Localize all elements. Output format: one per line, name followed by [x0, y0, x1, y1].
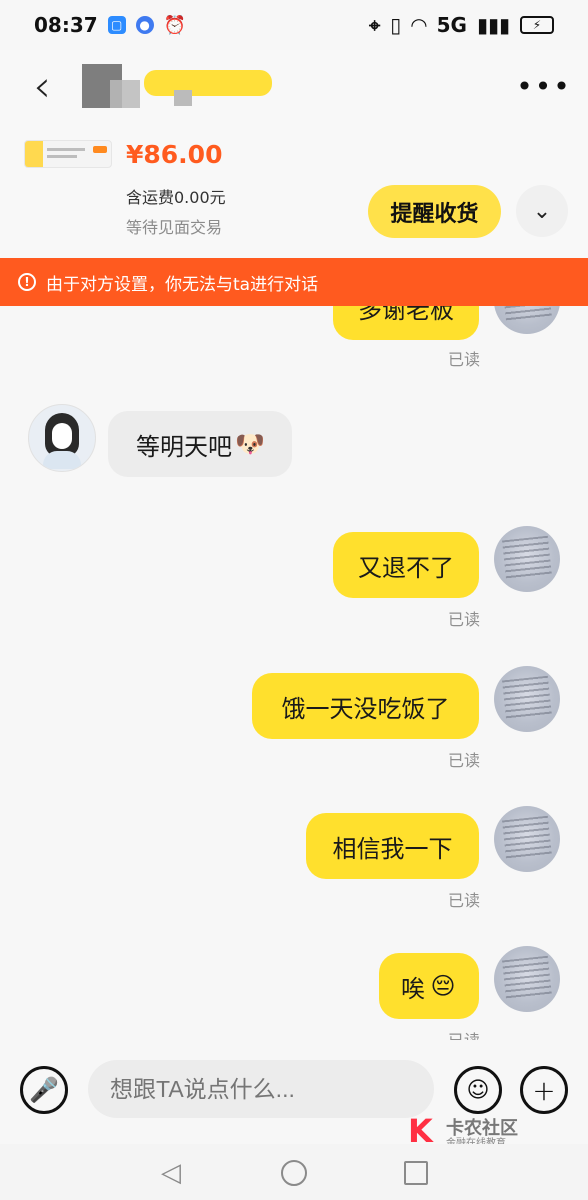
read-status: 已读	[447, 751, 480, 770]
message-text: 多谢老板	[358, 306, 454, 324]
globe-icon: ●	[135, 16, 154, 34]
microphone-icon: 🎤	[29, 1076, 59, 1104]
nav-recent-button[interactable]	[399, 1156, 433, 1190]
system-navigation-bar: ◁	[0, 1144, 588, 1200]
name-blur-block	[174, 90, 192, 106]
message-bubble-self[interactable]: 又退不了	[333, 532, 479, 598]
thumbnail-line	[47, 155, 77, 158]
read-status: 已读	[447, 610, 480, 629]
message-bubble-self[interactable]: 唉 😔	[379, 953, 479, 1019]
nav-back-button[interactable]: ◁	[154, 1156, 188, 1190]
order-price: ¥86.00	[126, 140, 223, 169]
status-time: 08:37	[34, 13, 98, 37]
watermark-logo-icon: K	[408, 1112, 433, 1150]
message-text: 饿一天没吃饭了	[281, 694, 450, 723]
chat-area[interactable]: 多谢老板 已读 等明天吧 🐶 又退不了 已读 饿一天没吃饭了 已读 相信我一下 …	[0, 306, 588, 1040]
warning-icon: !	[18, 273, 36, 291]
message-bubble-other[interactable]: 等明天吧 🐶	[108, 411, 292, 477]
message-text: 相信我一下	[332, 834, 453, 863]
self-avatar[interactable]	[494, 666, 560, 732]
location-icon: ⌖	[368, 13, 381, 37]
network-label: 5G	[436, 13, 467, 37]
self-avatar[interactable]	[494, 946, 560, 1012]
status-left: 08:37 ▢ ● ⏰	[34, 13, 186, 37]
thumbnail-accent	[25, 141, 43, 167]
message-text: 等明天吧	[136, 432, 232, 461]
self-avatar[interactable]	[494, 526, 560, 592]
notice-bar: ! 由于对方设置，你无法与ta进行对话	[0, 258, 588, 306]
notice-text: 由于对方设置，你无法与ta进行对话	[46, 274, 319, 295]
chat-header: ‹ •••	[0, 50, 588, 122]
voice-input-button[interactable]: 🎤	[20, 1066, 68, 1114]
smile-icon: ☺	[466, 1077, 490, 1103]
alarm-icon: ⏰	[163, 14, 187, 36]
thumbnail-badge	[93, 146, 107, 153]
message-bubble-self[interactable]: 多谢老板	[333, 306, 479, 340]
name-blur-block	[110, 80, 140, 108]
self-avatar[interactable]	[494, 306, 560, 334]
read-status: 已读	[448, 1027, 480, 1040]
status-right: ⌖ ▯ ◠ 5G ▮▮▮ ⚡	[369, 13, 554, 37]
vibrate-icon: ▯	[390, 13, 402, 37]
wifi-icon: ◠	[411, 13, 427, 37]
message-bubble-self[interactable]: 相信我一下	[306, 813, 479, 879]
message-text: 唉	[401, 974, 425, 1003]
read-status: 已读	[447, 891, 480, 910]
self-avatar[interactable]	[494, 806, 560, 872]
signal-icon: ▮▮▮	[476, 13, 510, 37]
nav-home-button[interactable]	[277, 1156, 311, 1190]
message-icon: ▢	[107, 16, 126, 34]
status-bar: 08:37 ▢ ● ⏰ ⌖ ▯ ◠ 5G ▮▮▮ ⚡	[0, 0, 588, 50]
product-thumbnail[interactable]	[24, 140, 112, 168]
contact-name	[82, 60, 272, 108]
shipping-fee: 含运费0.00元	[126, 188, 226, 207]
more-button[interactable]: •••	[516, 68, 570, 104]
back-button[interactable]: ‹	[24, 61, 60, 112]
plus-icon: +	[532, 1073, 556, 1107]
contact-avatar[interactable]	[28, 404, 96, 472]
expand-button[interactable]: ⌄	[516, 185, 568, 237]
sad-emoji-icon: 😔	[430, 972, 456, 1000]
emoji-button[interactable]: ☺	[454, 1066, 502, 1114]
thumbnail-line	[47, 148, 85, 151]
avatar-body	[43, 451, 81, 469]
more-actions-button[interactable]: +	[520, 1066, 568, 1114]
remind-receipt-button[interactable]: 提醒收货	[368, 185, 501, 238]
message-bubble-self[interactable]: 饿一天没吃饭了	[252, 673, 479, 739]
trade-status: 等待见面交易	[126, 218, 223, 237]
avatar-face	[52, 423, 72, 449]
name-blur-block	[144, 70, 272, 96]
battery-icon: ⚡	[520, 16, 554, 34]
order-card: ¥86.00 含运费0.00元 等待见面交易 提醒收货 ⌄	[0, 122, 588, 258]
message-text: 又退不了	[358, 553, 454, 582]
dog-emoji-icon: 🐶	[235, 430, 265, 458]
message-input[interactable]	[88, 1060, 434, 1118]
read-status: 已读	[447, 350, 480, 369]
